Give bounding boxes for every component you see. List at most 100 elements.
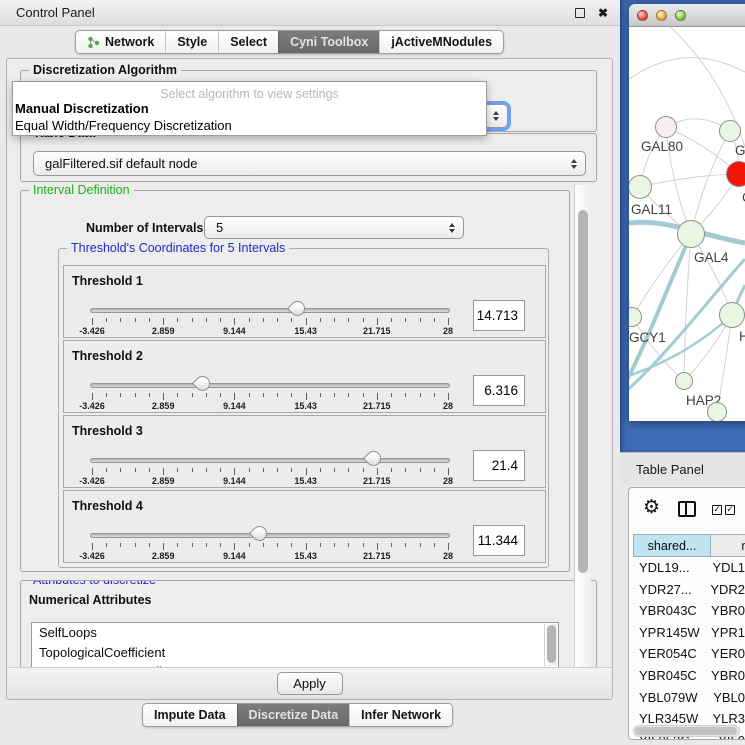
table-row[interactable]: YDR27...YDR2	[633, 579, 745, 601]
attribute-item-selfloops[interactable]: SelfLoops	[32, 623, 558, 643]
close-traffic-light-icon[interactable]	[637, 10, 648, 21]
table-data-group: Table Data galFiltered.sif default node	[20, 133, 597, 182]
cell-shared-name: YDR27...	[633, 579, 700, 601]
split-columns-icon[interactable]	[678, 501, 696, 517]
algorithm-placeholder-option[interactable]: Select algorithm to view settings	[13, 87, 486, 101]
column-header-name[interactable]: n...	[711, 534, 745, 557]
algorithm-option-manual[interactable]: Manual Discretization	[13, 101, 486, 118]
threshold-1-value-field[interactable]: 14.713	[473, 300, 525, 331]
table-row[interactable]: YER054CYER0	[633, 643, 745, 665]
network-node-label: H	[739, 329, 745, 344]
table-row[interactable]: YBR043CYBR0	[633, 600, 745, 622]
network-node-gcy1[interactable]	[629, 307, 642, 327]
number-of-intervals-label: Number of Intervals	[86, 221, 203, 235]
table-row[interactable]: YBL079WYBL0	[633, 687, 745, 709]
gear-icon[interactable]: ⚙	[643, 496, 660, 518]
tick-mark	[420, 468, 421, 472]
network-node[interactable]	[707, 402, 727, 421]
tick-mark	[163, 393, 164, 400]
tab-style[interactable]: Style	[165, 31, 218, 53]
network-canvas[interactable]: GAL80GACGAL11GAL4GCY1HHAP2	[629, 27, 745, 421]
table-horizontal-scrollbar[interactable]	[633, 725, 740, 737]
threshold-3-value-field[interactable]: 21.4	[473, 450, 525, 481]
table-row[interactable]: YBR045CYBR0	[633, 665, 745, 687]
threshold-3-panel: Threshold 3-3.4262.8599.14415.4321.71528…	[63, 415, 546, 488]
tick-mark	[320, 318, 321, 322]
network-node-c[interactable]	[726, 161, 745, 187]
table-row[interactable]: YDL19...YDL1	[633, 557, 745, 579]
column-header-shared-name[interactable]: shared...	[633, 534, 711, 557]
tab-network[interactable]: Network	[76, 31, 165, 53]
apply-button[interactable]: Apply	[277, 672, 343, 695]
network-node-gal11[interactable]	[629, 175, 652, 199]
tick-mark	[149, 543, 150, 547]
attribute-item-topologicalcoefficient[interactable]: TopologicalCoefficient	[32, 643, 558, 663]
interval-definition-group: Interval Definition Number of Intervals …	[20, 190, 570, 572]
threshold-3-slider[interactable]: -3.4262.8599.14415.4321.71528	[90, 446, 450, 488]
tick-mark	[334, 468, 335, 472]
tick-mark	[306, 318, 307, 325]
table-row[interactable]: YPR145WYPR1	[633, 622, 745, 644]
attributes-list-scrollbar[interactable]	[544, 624, 557, 666]
tick-mark	[448, 318, 449, 325]
network-node-hap2[interactable]	[675, 372, 693, 390]
threshold-1-slider[interactable]: -3.4262.8599.14415.4321.71528	[90, 296, 450, 338]
tick-mark	[334, 393, 335, 397]
threshold-3-slider-handle[interactable]	[363, 448, 384, 469]
threshold-1-slider-handle[interactable]	[287, 298, 308, 319]
tick-label: 21.715	[363, 326, 391, 336]
tick-mark	[135, 468, 136, 472]
checked-checkbox-icon[interactable]: ✓	[725, 505, 735, 515]
bottom-tab-infer-network[interactable]: Infer Network	[349, 704, 452, 726]
threshold-4-slider[interactable]: -3.4262.8599.14415.4321.71528	[90, 521, 450, 563]
panel-vertical-scrollbar[interactable]	[574, 185, 591, 667]
numerical-attributes-list[interactable]: SelfLoopsTopologicalCoefficientBetweenne…	[31, 622, 559, 668]
checked-checkbox-icon[interactable]: ✓	[712, 505, 722, 515]
network-node-h[interactable]	[719, 302, 745, 328]
tick-mark	[220, 468, 221, 472]
tick-mark	[192, 543, 193, 547]
network-node-gal80[interactable]	[655, 116, 677, 138]
network-view-window[interactable]: GAL80GACGAL11GAL4GCY1HHAP2	[629, 4, 745, 421]
bottom-tab-discretize-data[interactable]: Discretize Data	[237, 704, 350, 726]
tick-mark	[234, 393, 235, 400]
zoom-traffic-light-icon[interactable]	[675, 10, 686, 21]
minimize-traffic-light-icon[interactable]	[656, 10, 667, 21]
algorithm-option-equal-width[interactable]: Equal Width/Frequency Discretization	[13, 118, 486, 135]
number-of-intervals-select[interactable]: 5	[204, 216, 464, 239]
threshold-1-panel: Threshold 1-3.4262.8599.14415.4321.71528…	[63, 265, 546, 338]
tick-mark	[120, 543, 121, 547]
bottom-tab-impute-data[interactable]: Impute Data	[143, 704, 237, 726]
tab-jactivemnodules[interactable]: jActiveMNodules	[379, 31, 503, 53]
tick-mark	[434, 543, 435, 547]
tick-mark	[177, 393, 178, 397]
tick-label: 15.43	[294, 326, 317, 336]
tick-mark	[348, 543, 349, 547]
float-icon[interactable]	[575, 8, 585, 18]
network-icon	[87, 36, 100, 49]
threshold-4-value-field[interactable]: 11.344	[473, 525, 525, 556]
numerical-attributes-label: Numerical Attributes	[29, 593, 151, 607]
tick-label: -3.426	[79, 401, 105, 411]
threshold-2-value-field[interactable]: 6.316	[473, 375, 525, 406]
network-node-gal4[interactable]	[677, 220, 705, 248]
tick-mark	[434, 318, 435, 322]
tick-mark	[334, 318, 335, 322]
threshold-2-panel: Threshold 2-3.4262.8599.14415.4321.71528…	[63, 340, 546, 413]
threshold-2-slider-handle[interactable]	[192, 373, 213, 394]
close-icon[interactable]: ✖	[598, 0, 608, 26]
network-node-label: GA	[735, 143, 745, 158]
thresholds-group-label: Threshold's Coordinates for 5 Intervals	[67, 241, 289, 256]
threshold-4-slider-handle[interactable]	[249, 523, 270, 544]
tick-label: 28	[443, 551, 453, 561]
tick-mark	[291, 468, 292, 472]
tab-cyni-toolbox[interactable]: Cyni Toolbox	[278, 31, 379, 53]
tab-select[interactable]: Select	[218, 31, 278, 53]
table-data-select[interactable]: galFiltered.sif default node	[33, 151, 586, 176]
tick-label: -3.426	[79, 551, 105, 561]
threshold-2-slider[interactable]: -3.4262.8599.14415.4321.71528	[90, 371, 450, 413]
network-node-ga[interactable]	[719, 120, 741, 142]
tick-label: 2.859	[152, 551, 175, 561]
tick-mark	[249, 468, 250, 472]
tick-mark	[92, 393, 93, 400]
